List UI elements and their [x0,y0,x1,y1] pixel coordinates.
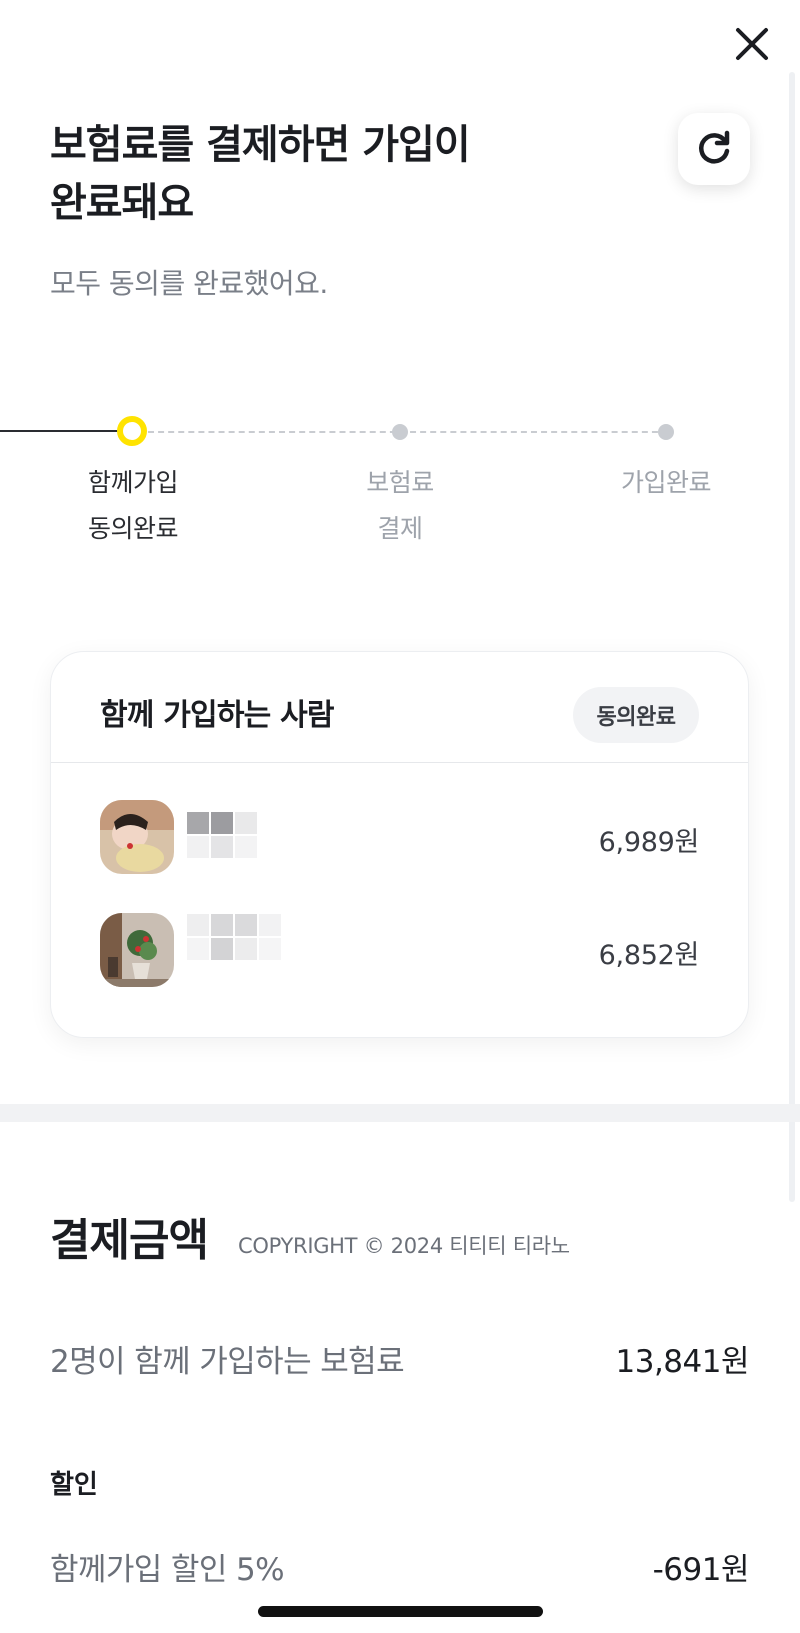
copyright-watermark: COPYRIGHT © 2024 티티티 티라노 [238,1234,570,1258]
step-label-complete: 가입완료 [566,460,766,506]
step-label-payment-line1: 보험료 [366,468,434,497]
home-indicator[interactable] [258,1606,543,1617]
step-label-complete-line1: 가입완료 [620,468,712,497]
close-icon [736,28,768,60]
step-label-agreement-line1: 함께가입 [87,468,179,497]
stepper-line-completed [0,430,118,432]
member-amount: 6,852원 [598,940,700,971]
step-label-agreement: 함께가입 동의완료 [33,460,233,552]
avatar [100,913,174,987]
avatar [100,800,174,874]
stepper-line-pending [148,431,668,433]
total-premium-label: 2명이 함께 가입하는 보험료 [50,1344,405,1380]
step-dot-complete [658,424,674,440]
step-label-payment: 보험료 결제 [300,460,500,552]
member-name-blurred [187,914,283,968]
members-card-title: 함께 가입하는 사람 [100,698,335,733]
refresh-button[interactable] [678,113,750,185]
status-badge: 동의완료 [573,687,699,743]
page-title-line1: 보험료를 결제하면 가입이 [50,122,471,168]
member-amount: 6,989원 [598,827,700,858]
page-subtitle: 모두 동의를 완료했어요. [50,267,328,300]
page-title: 보험료를 결제하면 가입이 완료돼요 [50,116,471,232]
group-discount-value: -691원 [652,1552,750,1588]
close-button[interactable] [728,20,776,68]
scrollbar[interactable] [789,72,795,1202]
member-name-blurred [187,812,283,866]
payment-title: 결제금액 [50,1215,209,1266]
card-divider [51,762,748,763]
group-discount-label: 함께가입 할인 5% [50,1552,285,1588]
step-label-agreement-line2: 동의완료 [87,514,179,543]
section-divider [0,1104,800,1122]
total-premium-value: 13,841원 [615,1344,750,1380]
step-label-payment-line2: 결제 [377,514,423,543]
refresh-icon [699,130,730,164]
page-title-line2: 완료돼요 [50,180,194,226]
step-dot-payment [392,424,408,440]
discount-heading: 할인 [50,1470,98,1500]
step-current-marker [117,416,147,446]
